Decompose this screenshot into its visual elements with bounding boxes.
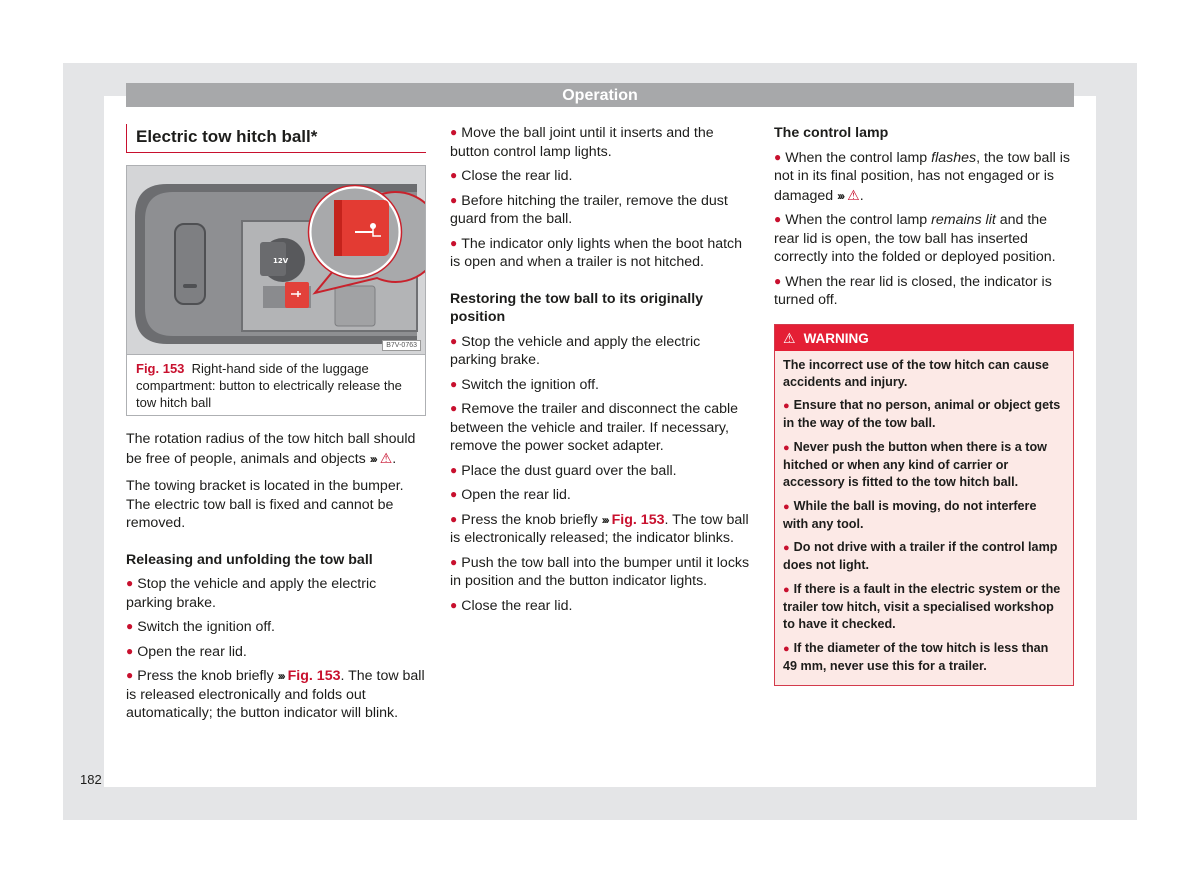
figure-link[interactable]: Fig. 153 — [288, 668, 341, 684]
page-title: Electric tow hitch ball* — [126, 124, 426, 153]
cross-reference-arrows[interactable]: ››› — [278, 669, 286, 683]
list-item: ● Switch the ignition off. — [450, 376, 600, 393]
warning-item: ● If the diameter of the tow hitch is les… — [783, 640, 1049, 673]
list-item: ● Open the rear lid. — [450, 487, 571, 503]
bullet-icon: ● — [783, 542, 790, 555]
bullet-icon: ● — [450, 192, 458, 207]
list-item: ● Stop the vehicle and apply the electric… — [126, 576, 377, 611]
list-item: ● When the rear lid is closed, the indica… — [774, 273, 1052, 309]
warning-item: ● While the ball is moving, do not interf… — [783, 498, 1037, 531]
warning-triangle-icon: ⚠ — [783, 329, 796, 346]
list-item: ● When the control lamp flashes, the tow … — [774, 149, 1070, 204]
releasing-heading: Releasing and unfolding the tow ball — [126, 551, 373, 568]
figure-number: Fig. 153 — [136, 361, 185, 376]
list-item: ● The indicator only lights when the boot… — [450, 235, 743, 271]
control-lamp-heading: The control lamp — [774, 125, 889, 141]
bullet-icon: ● — [783, 642, 790, 655]
warning-item: ● Do not drive with a trailer if the cont… — [783, 540, 1058, 573]
list-item: ● Remove the trailer and disconnect the c… — [450, 401, 739, 454]
bullet-icon: ● — [450, 487, 458, 501]
warning-icon[interactable]: ⚠ — [847, 187, 860, 203]
warning-body: The incorrect use of the tow hitch can c… — [775, 351, 1073, 686]
list-item: ● Stop the vehicle and apply the electric… — [450, 333, 701, 369]
bullet-icon: ● — [450, 376, 458, 391]
section-header: Operation — [126, 83, 1074, 107]
bullet-icon: ● — [783, 400, 790, 413]
bullet-icon: ● — [450, 125, 458, 139]
column-3: The control lamp ● When the control lamp … — [774, 124, 1074, 687]
bullet-icon: ● — [450, 401, 458, 415]
bullet-icon: ● — [450, 168, 458, 182]
cross-reference-arrows[interactable]: ››› — [837, 189, 845, 203]
bullet-icon: ● — [783, 500, 790, 513]
bullet-icon: ● — [774, 273, 782, 288]
bullet-icon: ● — [774, 149, 782, 164]
image-code: B7V-0763 — [382, 340, 421, 351]
warning-item: ● Never push the button when there is a t… — [783, 439, 1047, 490]
bullet-icon: ● — [783, 583, 790, 596]
warning-box: ⚠ WARNING The incorrect use of the tow hi… — [774, 323, 1074, 687]
bullet-icon: ● — [783, 441, 790, 454]
bullet-icon: ● — [126, 576, 134, 590]
cross-reference-arrows[interactable]: ››› — [602, 513, 610, 527]
warning-item: ● If there is a fault in the electric sys… — [783, 581, 1061, 632]
socket-label: 12V — [273, 257, 289, 265]
list-item: ● Before hitching the trailer, remove the… — [450, 192, 728, 228]
bullet-icon: ● — [126, 643, 134, 658]
luggage-compartment-illustration: 12V — [127, 166, 425, 354]
bullet-icon: ● — [450, 235, 458, 250]
warning-intro: The incorrect use of the tow hitch can c… — [783, 357, 1049, 389]
list-item: ● Open the rear lid. — [126, 643, 247, 660]
bullet-icon: ● — [774, 212, 782, 226]
towing-bracket-paragraph: The towing bracket is located in the bum… — [126, 478, 404, 531]
bullet-icon: ● — [450, 333, 458, 348]
list-item: ● Place the dust guard over the ball. — [450, 462, 677, 479]
figure-illustration: 12V B7V-0763 — [127, 166, 425, 355]
rotation-radius-paragraph: The rotation radius of the tow hitch bal… — [126, 431, 416, 467]
warning-label: WARNING — [803, 330, 869, 346]
list-item: ● When the control lamp remains lit and t… — [774, 212, 1056, 265]
list-item: ● Push the tow ball into the bumper until… — [450, 554, 750, 590]
bullet-icon: ● — [126, 619, 134, 633]
restoring-heading: Restoring the tow ball to its originally… — [450, 290, 704, 326]
bullet-icon: ● — [450, 554, 458, 569]
bullet-icon: ● — [450, 597, 458, 612]
figure-link[interactable]: Fig. 153 — [612, 512, 665, 528]
column-1: Electric tow hitch ball* 12V B7V-0763 Fi… — [126, 124, 426, 729]
warning-icon[interactable]: ⚠ — [380, 450, 393, 466]
cross-reference-arrows[interactable]: ››› — [370, 452, 378, 466]
figure-153: 12V B7V-0763 Fig. 153 Right-hand side of… — [126, 165, 426, 416]
warning-header: ⚠ WARNING — [775, 324, 1073, 351]
list-item: ● Close the rear lid. — [450, 168, 573, 184]
bullet-icon: ● — [126, 668, 134, 682]
list-item: ● Press the knob briefly ››› Fig. 153. The… — [126, 668, 425, 721]
list-item: ● Press the knob briefly ››› Fig. 153. The… — [450, 511, 749, 547]
list-item: ● Switch the ignition off. — [126, 619, 276, 635]
page-number: 182 — [80, 772, 102, 787]
bullet-icon: ● — [450, 462, 458, 477]
list-item: ● Close the rear lid. — [450, 597, 573, 614]
bullet-icon: ● — [450, 511, 458, 526]
warning-item: ● Ensure that no person, animal or object… — [783, 398, 1061, 431]
column-2: ● Move the ball joint until it inserts an… — [450, 124, 750, 621]
list-item: ● Move the ball joint until it inserts an… — [450, 125, 714, 160]
figure-caption: Fig. 153 Right-hand side of the luggage … — [127, 355, 425, 415]
